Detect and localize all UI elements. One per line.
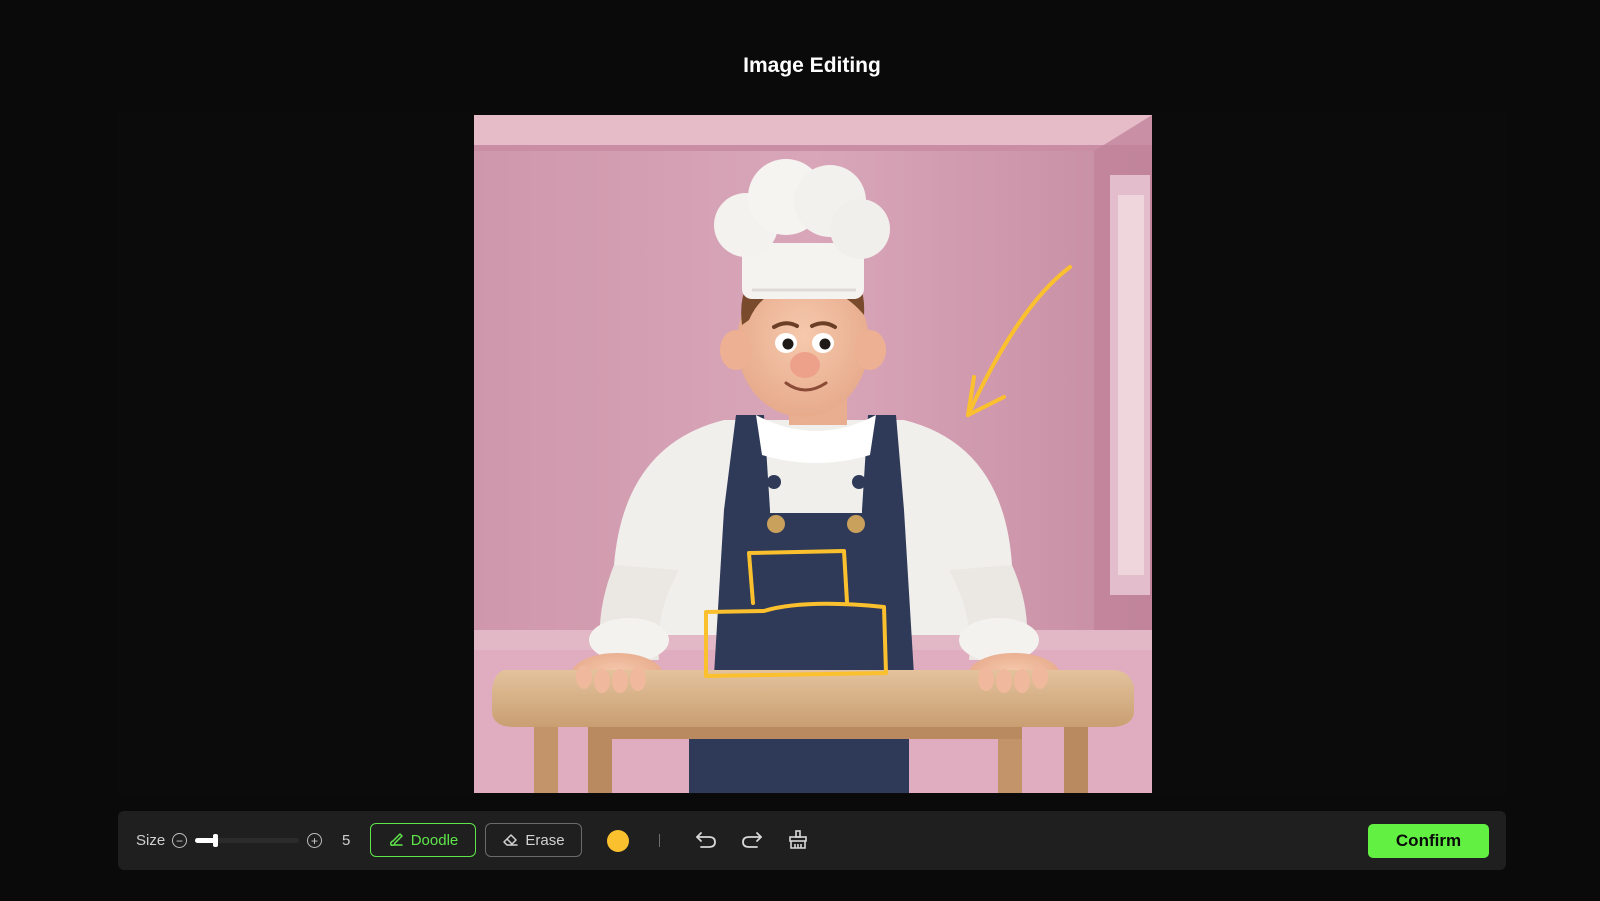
erase-label: Erase [525, 831, 565, 849]
size-slider-track[interactable] [195, 834, 299, 847]
brush-color-swatch[interactable] [607, 830, 629, 852]
clear-button[interactable] [785, 827, 811, 853]
size-decrease-button[interactable]: − [172, 811, 187, 870]
minus-circle-icon: − [172, 833, 187, 848]
plus-circle-icon: + [307, 833, 322, 848]
undo-icon [696, 832, 716, 848]
editing-canvas[interactable] [474, 115, 1152, 793]
brush-icon [389, 833, 403, 846]
broom-icon [789, 830, 807, 849]
image-editor: Image Editing Size − + 5 Doodle Erase Co… [0, 0, 1600, 901]
page-title: Image Editing [743, 54, 881, 77]
size-label: Size [136, 832, 166, 849]
doodle-button[interactable]: Doodle [370, 823, 476, 857]
size-slider-handle[interactable] [213, 834, 218, 847]
eraser-icon [503, 834, 519, 846]
editing-toolbar: Size − + 5 Doodle Erase Confirm [118, 811, 1506, 870]
size-increase-button[interactable]: + [307, 811, 322, 870]
erase-button[interactable]: Erase [485, 823, 582, 857]
doodle-label: Doodle [410, 831, 459, 849]
undo-button[interactable] [693, 827, 719, 853]
redo-icon [742, 832, 762, 848]
size-slider[interactable] [195, 811, 299, 870]
confirm-button[interactable]: Confirm [1368, 824, 1489, 858]
toolbar-divider [659, 834, 660, 847]
image-artwork [474, 115, 1152, 793]
size-value: 5 [342, 832, 351, 849]
redo-button[interactable] [739, 827, 765, 853]
